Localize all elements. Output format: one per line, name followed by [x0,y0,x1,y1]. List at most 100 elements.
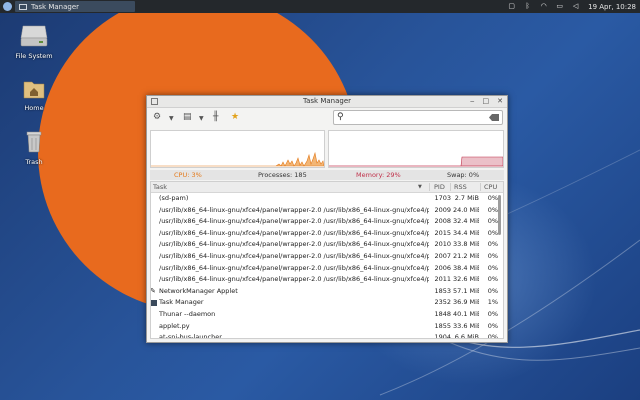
task-manager-window: Task Manager ‒ □ ✕ ⚙ ▼ ▤ ▼ ╫ ★ ⚲ CPU: 3%… [146,95,508,343]
system-tray: ▢ ᛒ ◠ ▭ ◁ 19 Apr, 10:28 [508,0,636,13]
cpu-graph [150,130,325,168]
whisker-menu-icon[interactable] [3,2,12,11]
desktop-icon-trash[interactable]: Trash [12,130,56,166]
dropdown-icon[interactable]: ▼ [199,114,204,124]
table-row[interactable]: applet.py 1855 33.6 MiB 0% [151,321,499,333]
battery-icon[interactable]: ▭ [556,3,563,10]
desktop-icon-file-system[interactable]: File System [12,22,56,60]
row-cpu: 1% [487,298,498,307]
row-pid: 2010 [434,240,451,249]
bluetooth-icon[interactable]: ᛒ [524,3,531,10]
row-task: at-spi-bus-launcher [159,333,222,339]
taskbar-window-label: Task Manager [31,2,80,11]
row-cpu: 0% [487,310,498,318]
table-row[interactable]: /usr/lib/x86_64-linux-gnu/xfce4/panel/wr… [151,251,499,263]
row-rss: 32.6 MiB [453,275,479,284]
row-task: /usr/lib/x86_64-linux-gnu/xfce4/panel/wr… [159,217,429,226]
pin-icon[interactable]: ╫ [213,112,218,122]
top-panel: Task Manager ▢ ᛒ ◠ ▭ ◁ 19 Apr, 10:28 [0,0,640,13]
minimize-button[interactable]: ‒ [470,96,474,107]
maximize-button[interactable]: □ [483,96,490,107]
drive-icon [20,25,48,47]
row-pid: 2006 [434,263,451,272]
row-pid: 2007 [434,252,451,260]
close-button[interactable]: ✕ [497,96,503,107]
row-rss: 36.9 MiB [453,298,479,307]
row-task: applet.py [159,321,190,330]
row-rss: 6.6 MiB [454,333,479,339]
row-cpu: 0% [487,240,498,249]
processes-status: Processes: 185 [258,171,307,179]
column-header-task[interactable]: Task [153,182,167,192]
row-cpu: 0% [487,228,498,237]
memory-status: Memory: 29% [356,171,401,179]
desktop-icon-home[interactable]: Home [12,78,56,112]
table-row[interactable]: Thunar --daemon 1848 40.1 MiB 0% [151,309,499,321]
window-title: Task Manager [302,97,351,105]
memory-graph [328,130,504,168]
row-task: /usr/lib/x86_64-linux-gnu/xfce4/panel/wr… [159,205,429,214]
swap-status: Swap: 0% [447,171,480,179]
row-rss: 40.1 MiB [453,310,479,318]
row-task: NetworkManager Applet [159,286,238,295]
task-manager-icon [19,3,27,10]
table-row[interactable]: ✎ NetworkManager Applet 1853 57.1 MiB 0% [151,286,499,298]
column-header-rss[interactable]: RSS [454,182,467,192]
column-header-cpu[interactable]: CPU [484,182,497,192]
columns-icon[interactable]: ▤ [183,112,192,122]
clear-search-icon[interactable] [489,114,499,121]
row-task: Task Manager [159,298,204,307]
row-cpu: 0% [487,286,498,295]
status-bar: CPU: 3% Processes: 185 Memory: 29% Swap:… [150,170,504,180]
window-menu-icon[interactable] [151,98,158,105]
row-task: /usr/lib/x86_64-linux-gnu/xfce4/panel/wr… [159,240,429,249]
row-pid: 1853 [434,286,451,295]
search-input[interactable] [348,112,488,123]
row-task: Thunar --daemon [159,310,216,318]
row-rss: 32.4 MiB [453,217,479,226]
table-header: Task ▼ PID RSS CPU [151,182,503,193]
row-pid: 1703 [434,194,451,202]
row-rss: 34.4 MiB [453,228,479,237]
table-row[interactable]: /usr/lib/x86_64-linux-gnu/xfce4/panel/wr… [151,228,499,240]
table-row[interactable]: /usr/lib/x86_64-linux-gnu/xfce4/panel/wr… [151,263,499,275]
sort-indicator-icon: ▼ [418,184,422,190]
row-pid: 1848 [434,310,451,318]
taskbar-window-button[interactable]: Task Manager [15,1,135,12]
memory-graph-plot [329,156,504,167]
vertical-scrollbar[interactable] [498,193,502,338]
window-titlebar[interactable]: Task Manager ‒ □ ✕ [147,96,507,108]
desktop-icon-label: Trash [25,158,43,166]
table-row[interactable]: /usr/lib/x86_64-linux-gnu/xfce4/panel/wr… [151,216,499,228]
trash-icon [26,131,42,153]
clock[interactable]: 19 Apr, 10:28 [588,3,636,11]
search-field[interactable]: ⚲ [333,110,503,125]
view-options-icon[interactable]: ⚙ [153,112,161,122]
table-row[interactable]: /usr/lib/x86_64-linux-gnu/xfce4/panel/wr… [151,239,499,251]
dropdown-icon[interactable]: ▼ [169,114,174,124]
row-cpu: 0% [487,252,498,260]
row-pid: 1904 [434,333,451,339]
table-row[interactable]: /usr/lib/x86_64-linux-gnu/xfce4/panel/wr… [151,274,499,286]
table-row[interactable]: /usr/lib/x86_64-linux-gnu/xfce4/panel/wr… [151,205,499,217]
row-pid: 1855 [434,321,451,330]
table-row[interactable]: at-spi-bus-launcher 1904 6.6 MiB 0% [151,332,499,339]
row-rss: 2.7 MiB [454,194,479,202]
volume-icon[interactable]: ◁ [572,3,579,10]
display-icon[interactable]: ▢ [508,3,515,10]
table-row[interactable]: (sd-pam) 1703 2.7 MiB 0% [151,193,499,205]
row-cpu: 0% [487,333,498,339]
row-rss: 24.0 MiB [453,205,479,214]
row-pid: 2352 [434,298,451,307]
scrollbar-thumb[interactable] [498,195,501,235]
column-header-pid[interactable]: PID [434,182,445,192]
row-cpu: 0% [487,263,498,272]
row-cpu: 0% [487,194,498,202]
table-row[interactable]: Task Manager 2352 36.9 MiB 1% [151,297,499,309]
row-rss: 38.4 MiB [453,263,479,272]
row-rss: 33.6 MiB [453,321,479,330]
network-icon[interactable]: ◠ [540,3,547,10]
row-task: /usr/lib/x86_64-linux-gnu/xfce4/panel/wr… [159,263,429,272]
star-icon[interactable]: ★ [231,112,239,122]
row-cpu: 0% [487,205,498,214]
